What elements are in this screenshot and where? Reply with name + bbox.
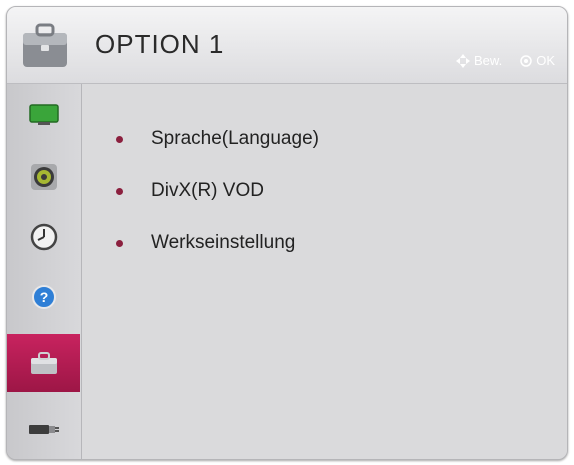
sidebar-item-time[interactable] bbox=[7, 208, 81, 266]
hint-ok-label: OK bbox=[536, 53, 555, 68]
bullet-icon bbox=[116, 135, 123, 143]
navigate-arrows-icon bbox=[456, 53, 471, 68]
ok-button-icon bbox=[520, 54, 532, 67]
toolbox-icon bbox=[30, 352, 57, 374]
sidebar-item-option[interactable] bbox=[7, 334, 80, 392]
hint-navigate-label: Bew. bbox=[474, 53, 503, 68]
menu-item-label: DivX(R) VOD bbox=[151, 180, 264, 201]
sidebar-item-connection[interactable] bbox=[7, 400, 81, 458]
content-panel: Sprache(Language) DivX(R) VOD Werkseinst… bbox=[82, 84, 567, 459]
menu-item-factory-reset[interactable]: Werkseinstellung bbox=[116, 230, 319, 256]
clock-icon bbox=[30, 223, 58, 251]
menu-item-label: Sprache(Language) bbox=[151, 128, 319, 149]
speaker-icon bbox=[31, 164, 57, 190]
settings-window: OPTION 1 Bew. OK ? Sprache(Language) Div… bbox=[6, 6, 568, 460]
toolbox-icon bbox=[23, 23, 67, 67]
bullet-icon bbox=[116, 239, 123, 247]
plug-icon bbox=[29, 425, 59, 434]
hint-ok: OK bbox=[520, 53, 555, 68]
sidebar-item-audio[interactable] bbox=[7, 148, 81, 206]
menu-item-divx-vod[interactable]: DivX(R) VOD bbox=[116, 178, 319, 204]
sidebar: ? bbox=[7, 84, 82, 459]
bullet-icon bbox=[116, 187, 123, 195]
hint-navigate: Bew. bbox=[456, 53, 502, 68]
sidebar-item-picture[interactable] bbox=[7, 86, 81, 144]
header-bar: OPTION 1 Bew. OK bbox=[7, 7, 567, 84]
sidebar-item-support[interactable]: ? bbox=[7, 268, 81, 326]
menu-item-label: Werkseinstellung bbox=[151, 232, 296, 253]
menu-item-language[interactable]: Sprache(Language) bbox=[116, 126, 319, 152]
help-icon: ? bbox=[32, 285, 56, 309]
option-menu: Sprache(Language) DivX(R) VOD Werkseinst… bbox=[116, 126, 319, 282]
svg-text:?: ? bbox=[40, 289, 49, 305]
button-hints: Bew. OK bbox=[456, 53, 555, 68]
tv-screen-icon bbox=[29, 104, 59, 125]
page-title: OPTION 1 bbox=[95, 29, 225, 59]
